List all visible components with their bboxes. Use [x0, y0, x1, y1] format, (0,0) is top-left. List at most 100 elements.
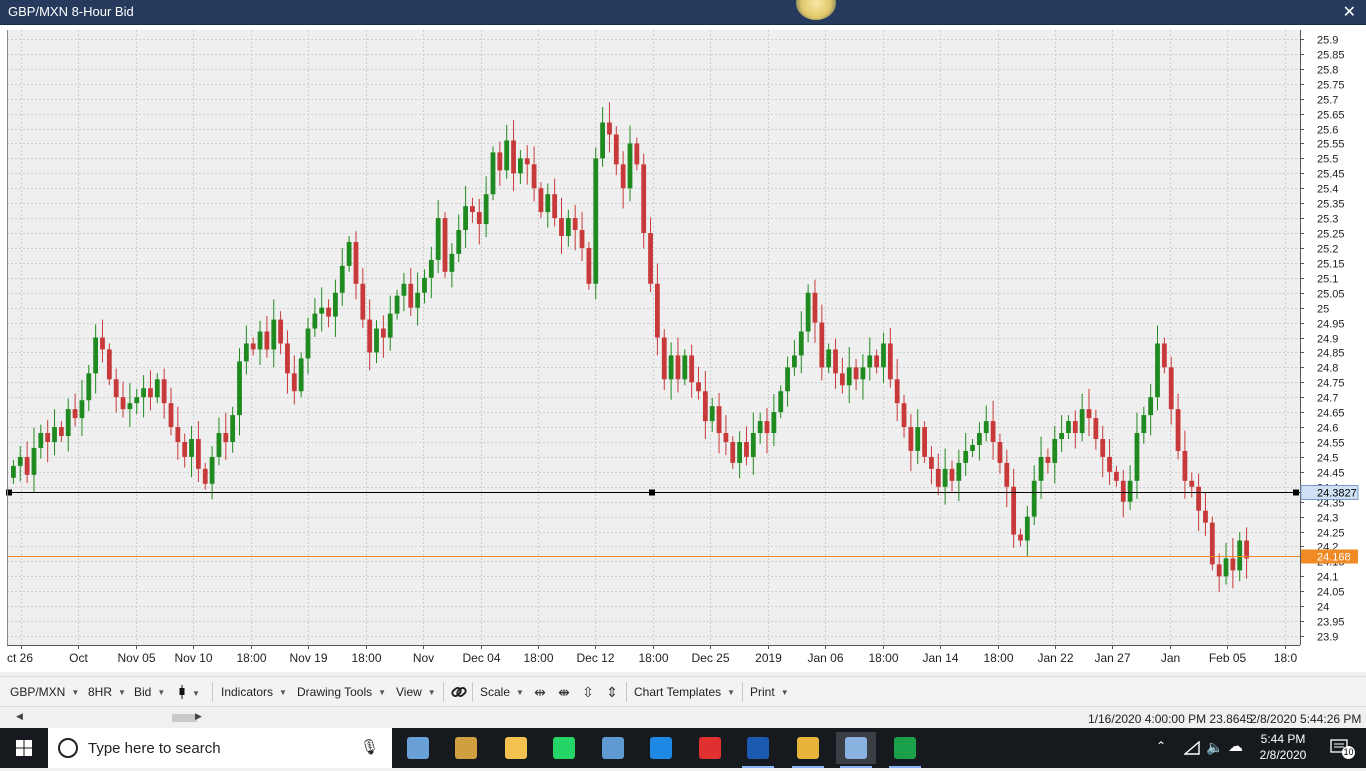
candle-body	[744, 441, 749, 457]
candle-body	[120, 397, 126, 410]
drawing-tools-menu[interactable]: Drawing Tools ▼	[297, 685, 386, 699]
candle-body	[970, 444, 975, 451]
symbol-dropdown[interactable]: GBP/MXN ▼	[10, 685, 79, 699]
volume-icon[interactable]: 🔈	[1206, 739, 1223, 756]
candle-body	[730, 441, 736, 463]
taskbar-search-box[interactable]: Type here to search 🎙	[48, 728, 392, 768]
candle-body	[58, 427, 64, 437]
scale-label: Scale	[480, 685, 511, 699]
y-tick-label: 25.6	[1317, 125, 1338, 137]
compress-horizontal-icon[interactable]: ⇼	[555, 682, 573, 702]
candle-body	[860, 367, 866, 380]
candle-body	[456, 230, 462, 254]
candle-body	[593, 158, 599, 284]
taskbar-app-app-11[interactable]	[885, 732, 925, 768]
internet-explorer-icon	[650, 737, 672, 759]
fxchoice-icon	[747, 737, 769, 759]
taskbar-app-whatsapp[interactable]	[544, 732, 584, 764]
interval-dropdown[interactable]: 8HR ▼	[88, 685, 126, 699]
horizontal-scrollbar[interactable]: ◀ ▶	[8, 711, 204, 725]
taskbar-app-app-5[interactable]	[593, 732, 633, 764]
chart-toolbar: GBP/MXN ▼ 8HR ▼ Bid ▼ ▼ Indicators ▼ Drawing…	[0, 676, 1366, 707]
candle-body	[113, 379, 119, 398]
candle-body	[565, 218, 571, 236]
caret-down-icon: ▼	[279, 688, 287, 697]
taskbar-app-app-10[interactable]	[836, 732, 876, 768]
candle-body	[655, 283, 660, 338]
candle-body	[1059, 433, 1064, 440]
y-tick-label: 25.25	[1317, 229, 1345, 241]
close-icon[interactable]: ✕	[1343, 2, 1356, 22]
expand-vertical-icon[interactable]: ⇳	[579, 682, 597, 702]
taskbar-app-app-2[interactable]	[446, 732, 486, 764]
candle-body	[79, 400, 85, 419]
indicators-menu[interactable]: Indicators ▼	[221, 685, 287, 699]
candle-body	[463, 206, 468, 231]
candle-body	[1155, 343, 1160, 398]
chart-templates-menu[interactable]: Chart Templates ▼	[634, 685, 735, 699]
taskbar-app-app-7[interactable]	[690, 732, 730, 764]
candle-body	[648, 233, 653, 284]
candle-body	[367, 319, 373, 353]
chart-type-dropdown[interactable]: ▼	[178, 685, 200, 700]
candle-body	[1134, 433, 1140, 481]
candle-body	[175, 427, 181, 442]
caret-down-icon: ▼	[157, 688, 166, 697]
candle-body	[696, 382, 701, 392]
print-menu[interactable]: Print ▼	[750, 685, 789, 699]
toolbar-separator	[626, 682, 627, 702]
microphone-icon[interactable]: 🎙	[360, 738, 379, 758]
candle-body	[161, 379, 167, 404]
view-menu[interactable]: View ▼	[396, 685, 436, 699]
candle-body	[1093, 418, 1099, 440]
candle-body	[942, 468, 948, 487]
scroll-left-icon[interactable]: ◀	[16, 711, 23, 722]
candle-body	[682, 355, 688, 380]
taskbar-app-file-explorer[interactable]	[496, 732, 536, 764]
y-tick-label: 23.9	[1317, 632, 1338, 644]
candle-body	[483, 194, 489, 225]
link-icon[interactable]	[450, 682, 468, 702]
current-time: 2/8/2020 5:44:26 PM	[1250, 712, 1362, 726]
candle-body	[511, 140, 516, 174]
y-tick-label: 23.95	[1317, 617, 1345, 629]
candle-body	[1018, 534, 1023, 541]
candle-body	[1011, 486, 1017, 535]
candle-body	[319, 307, 325, 314]
start-button[interactable]	[0, 728, 48, 768]
interval-label: 8HR	[88, 685, 113, 699]
candle-body	[1196, 486, 1202, 511]
candle-body	[168, 403, 174, 428]
expand-horizontal-icon[interactable]: ⇹	[531, 682, 549, 702]
taskbar-clock[interactable]: 5:44 PM 2/8/2020	[1248, 731, 1318, 763]
taskbar-app-internet-explorer[interactable]	[641, 732, 681, 764]
candlestick-chart[interactable]: 25.9 25.85 25.8 25.75 25.7 25.65 25.6 25.55 25.5…	[0, 25, 1366, 672]
notification-center[interactable]: 10	[1330, 738, 1355, 759]
scroll-thumb[interactable]	[172, 714, 197, 722]
chevron-up-icon[interactable]: ⌃	[1156, 739, 1166, 753]
candle-body	[716, 406, 722, 434]
y-tick-label: 25.35	[1317, 199, 1345, 211]
scroll-right-icon[interactable]: ▶	[195, 711, 202, 722]
x-tick-label: Jan 14	[922, 651, 958, 665]
price-side-dropdown[interactable]: Bid ▼	[134, 685, 165, 699]
caret-down-icon: ▼	[192, 689, 200, 698]
candle-body	[1086, 409, 1092, 419]
compress-vertical-icon[interactable]: ⇕	[603, 682, 621, 702]
taskbar-app-fxchoice[interactable]	[738, 732, 778, 768]
candle-body	[189, 439, 194, 457]
candle-body	[93, 337, 99, 374]
candle-body	[894, 379, 900, 404]
y-tick-label: 25.75	[1317, 80, 1345, 92]
candle-body	[1024, 516, 1030, 541]
candle-body	[545, 194, 551, 213]
cloud-icon[interactable]: ☁	[1228, 737, 1243, 755]
chart-area[interactable]: 25.9 25.85 25.8 25.75 25.7 25.65 25.6 25.55 25.5…	[0, 25, 1366, 672]
taskbar-app-chrome[interactable]	[788, 732, 828, 768]
taskbar-app-app-1[interactable]	[398, 732, 438, 764]
wifi-icon[interactable]	[1184, 741, 1200, 755]
candle-body	[45, 433, 51, 442]
candle-body	[134, 397, 140, 404]
candle-body	[380, 328, 386, 338]
scale-menu[interactable]: Scale ▼	[480, 685, 524, 699]
